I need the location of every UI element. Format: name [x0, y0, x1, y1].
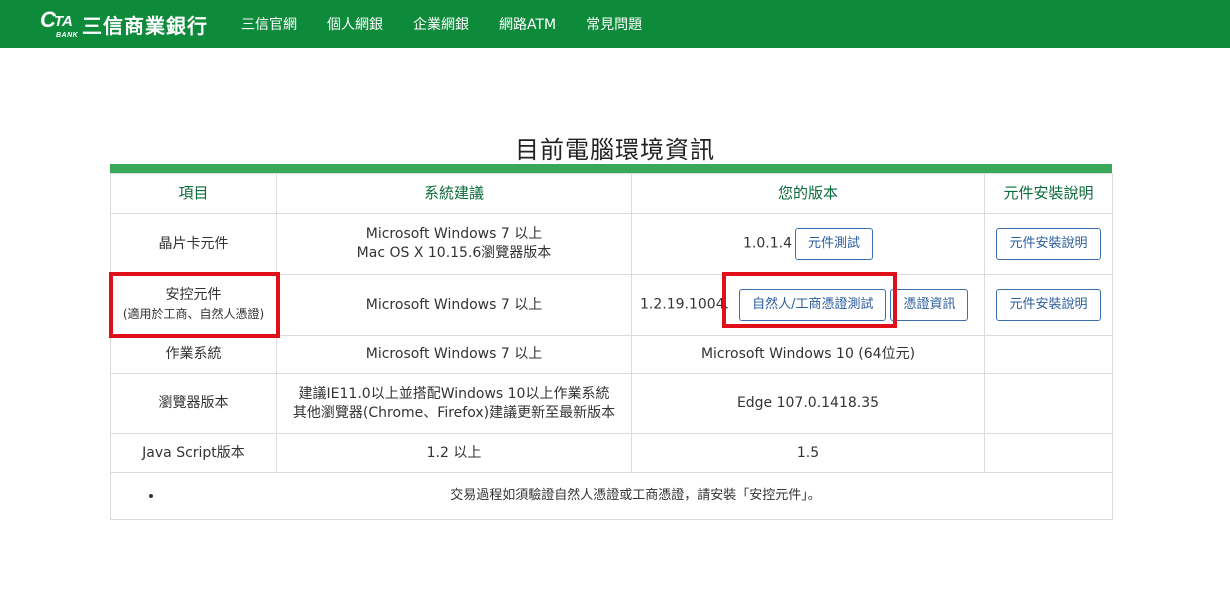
chip-rec-line2: Mac OS X 10.15.6瀏覽器版本	[356, 245, 552, 261]
header-your-version: 您的版本	[631, 173, 985, 214]
environment-info-table: 項目 系統建議 您的版本 元件安裝說明 晶片卡元件 Microsoft Wind…	[110, 173, 1113, 520]
security-version: 1.2.19.1004.	[640, 296, 730, 313]
header-item: 項目	[110, 173, 277, 214]
natural-person-cert-test-button[interactable]: 自然人/工商憑證測試	[739, 289, 887, 321]
security-install-cell: 元件安裝說明	[984, 274, 1113, 336]
table-row-browser: 瀏覽器版本 建議IE11.0以上並搭配Windows 10以上作業系統 其他瀏覽…	[110, 373, 1113, 434]
security-item: 安控元件	[165, 287, 222, 303]
note-cell: 交易過程如須驗證自然人憑證或工商憑證，請安裝「安控元件」。	[110, 472, 1113, 520]
chip-item: 晶片卡元件	[110, 213, 277, 275]
header-install-guide: 元件安裝說明	[984, 173, 1113, 214]
chip-install-cell: 元件安裝說明	[984, 213, 1113, 275]
bank-logo[interactable]: C TA BANK 三信商業銀行	[40, 7, 208, 40]
nav-link-personal-banking[interactable]: 個人網銀	[327, 14, 383, 34]
top-navbar: C TA BANK 三信商業銀行 三信官網 個人網銀 企業網銀 網路ATM 常見…	[0, 0, 1230, 48]
js-item: Java Script版本	[110, 433, 277, 473]
logo-mark-icon: C TA BANK	[40, 7, 79, 40]
js-version: 1.5	[631, 433, 985, 473]
nav-link-corporate-banking[interactable]: 企業網銀	[413, 14, 469, 34]
security-item-note: (適用於工商、自然人憑證)	[122, 307, 265, 321]
header-recommendation: 系統建議	[276, 173, 632, 214]
browser-rec-line2: 其他瀏覽器(Chrome、Firefox)建議更新至最新版本	[292, 404, 616, 421]
security-version-cell: 1.2.19.1004. 自然人/工商憑證測試 憑證資訊	[631, 274, 985, 336]
os-recommendation: Microsoft Windows 7 以上	[276, 335, 632, 374]
nav-link-official-site[interactable]: 三信官網	[241, 14, 297, 34]
chip-version-cell: 1.0.1.4 元件測試	[631, 213, 985, 275]
browser-item: 瀏覽器版本	[110, 373, 277, 434]
table-row-security-component: 安控元件 (適用於工商、自然人憑證) Microsoft Windows 7 以…	[110, 274, 1113, 336]
os-install-cell	[984, 335, 1113, 374]
nav-link-faq[interactable]: 常見問題	[586, 14, 642, 34]
browser-install-cell	[984, 373, 1113, 434]
chip-rec-line1: Microsoft Windows 7 以上	[365, 226, 543, 242]
browser-recommendation: 建議IE11.0以上並搭配Windows 10以上作業系統 其他瀏覽器(Chro…	[276, 373, 632, 434]
browser-version: Edge 107.0.1418.35	[631, 373, 985, 434]
security-recommendation: Microsoft Windows 7 以上	[276, 274, 632, 336]
browser-rec-line1: 建議IE11.0以上並搭配Windows 10以上作業系統	[298, 385, 610, 402]
os-item: 作業系統	[110, 335, 277, 374]
table-header-row: 項目 系統建議 您的版本 元件安裝說明	[110, 173, 1113, 214]
note-list: 交易過程如須驗證自然人憑證或工商憑證，請安裝「安控元件」。	[115, 487, 1108, 505]
js-install-cell	[984, 433, 1113, 473]
table-row-os: 作業系統 Microsoft Windows 7 以上 Microsoft Wi…	[110, 335, 1113, 374]
chip-version: 1.0.1.4	[743, 235, 792, 252]
nav-link-web-atm[interactable]: 網路ATM	[499, 14, 556, 34]
js-recommendation: 1.2 以上	[276, 433, 632, 473]
cert-info-button[interactable]: 憑證資訊	[890, 289, 969, 321]
chip-test-button[interactable]: 元件測試	[794, 228, 873, 260]
table-accent-bar	[110, 164, 1112, 173]
security-install-guide-button[interactable]: 元件安裝說明	[996, 289, 1101, 321]
chip-install-guide-button[interactable]: 元件安裝說明	[996, 228, 1101, 260]
note-item: 交易過程如須驗證自然人憑證或工商憑證，請安裝「安控元件」。	[163, 487, 1108, 505]
table-row-note: 交易過程如須驗證自然人憑證或工商憑證，請安裝「安控元件」。	[110, 472, 1113, 520]
table-row-javascript: Java Script版本 1.2 以上 1.5	[110, 433, 1113, 473]
os-version: Microsoft Windows 10 (64位元)	[631, 335, 985, 374]
table-row-chip-card: 晶片卡元件 Microsoft Windows 7 以上 Mac OS X 10…	[110, 213, 1113, 275]
chip-recommendation: Microsoft Windows 7 以上 Mac OS X 10.15.6瀏…	[276, 213, 632, 275]
security-item-cell: 安控元件 (適用於工商、自然人憑證)	[110, 274, 277, 336]
page-title: 目前電腦環境資訊	[515, 136, 715, 164]
bank-name: 三信商業銀行	[82, 13, 208, 38]
